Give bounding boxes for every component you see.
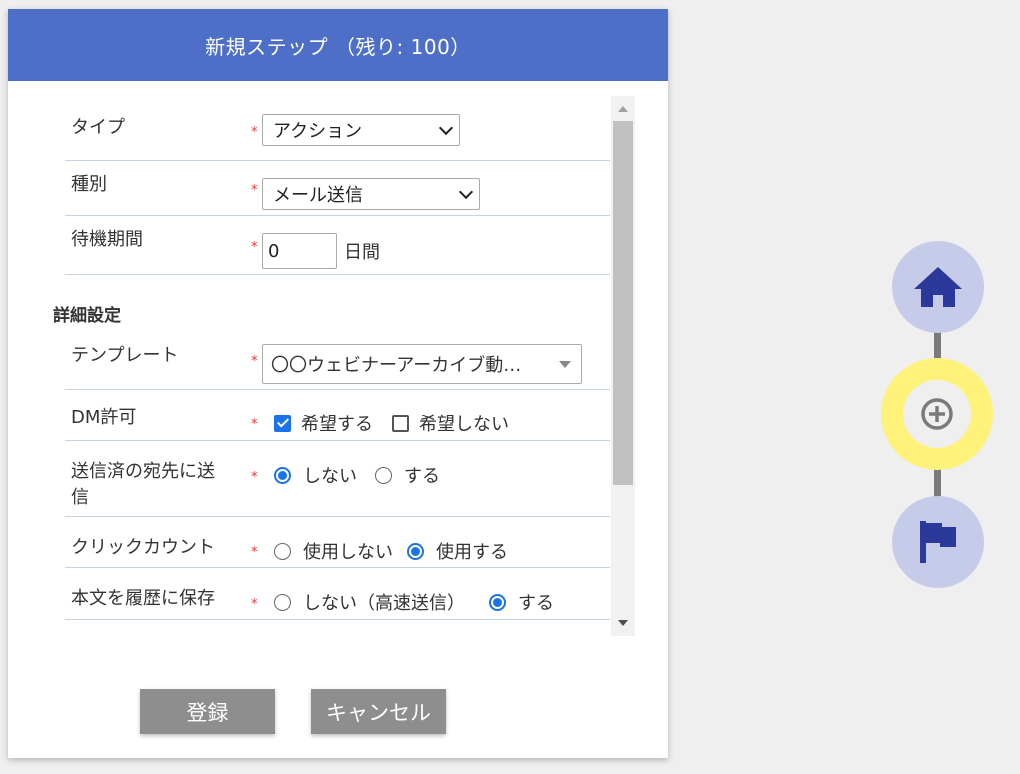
scroll-up-arrow-icon[interactable] [618, 106, 628, 112]
resend-option-yes[interactable]: する [375, 462, 440, 488]
kind-select-value: メール送信 [273, 185, 363, 206]
flow-goal-node[interactable] [892, 496, 984, 588]
wait-unit: 日間 [344, 242, 380, 263]
save-body-label: 本文を履歴に保存 [71, 588, 215, 609]
type-label: タイプ [71, 117, 125, 138]
required-mark: * [251, 183, 258, 198]
radio-selected[interactable] [274, 466, 291, 484]
form-row-save-body: 本文を履歴に保存 * しない（高速送信） する [65, 568, 610, 620]
flow-start-node[interactable] [892, 241, 984, 333]
save-body-option-no-label: しない（高速送信） [303, 593, 465, 614]
plus-circle-icon [921, 398, 953, 430]
form-row-resend: 送信済の宛先に送 信 * しない する [65, 441, 610, 517]
resend-option-no[interactable]: しない [274, 462, 357, 488]
required-mark: * [251, 354, 258, 369]
resend-option-no-label: しない [303, 466, 357, 487]
resend-label-line1: 送信済の宛先に送 [71, 461, 215, 482]
radio-unselected[interactable] [375, 466, 392, 484]
caret-down-icon [559, 360, 571, 368]
type-select-value: アクション [273, 121, 363, 142]
required-mark: * [251, 597, 258, 612]
form-scroll-area[interactable]: タイプ * アクション 種別 * メール送信 待機期間 * 0 日間 詳細設定 … [8, 81, 668, 641]
template-select[interactable]: 〇〇ウェビナーアーカイブ動… [262, 344, 582, 384]
form-row-template: テンプレート * 〇〇ウェビナーアーカイブ動… [65, 326, 610, 390]
radio-unselected[interactable] [274, 593, 291, 611]
click-count-option-off[interactable]: 使用しない [274, 538, 393, 564]
dm-option-no-label: 希望しない [419, 414, 509, 435]
checkbox-unchecked[interactable] [392, 414, 409, 432]
new-step-dialog: 新規ステップ （残り: 100） タイプ * アクション 種別 * メール送信 [8, 9, 668, 758]
save-body-option-no[interactable]: しない（高速送信） [274, 589, 465, 615]
dm-option-yes[interactable]: 希望する [274, 410, 373, 436]
section-title-advanced: 詳細設定 [53, 306, 121, 326]
click-count-label: クリックカウント [71, 537, 215, 558]
resend-label-line2: 信 [71, 487, 89, 508]
click-count-option-on[interactable]: 使用する [407, 538, 508, 564]
radio-selected[interactable] [407, 542, 424, 560]
form-row-type: タイプ * アクション [65, 111, 610, 161]
flow-add-step-inner [903, 380, 971, 448]
flag-icon [920, 521, 956, 563]
click-count-option-on-label: 使用する [436, 542, 508, 563]
form-row-kind: 種別 * メール送信 [65, 161, 610, 216]
flow-connector-line [934, 466, 941, 500]
required-mark: * [251, 470, 258, 485]
dm-option-yes-label: 希望する [301, 414, 373, 435]
form-row-wait: 待機期間 * 0 日間 [65, 216, 610, 275]
chevron-down-icon [438, 120, 454, 135]
save-body-option-yes-label: する [518, 593, 554, 614]
kind-select[interactable]: メール送信 [262, 178, 480, 210]
template-label: テンプレート [71, 345, 179, 366]
template-select-value: 〇〇ウェビナーアーカイブ動… [271, 355, 522, 376]
radio-unselected[interactable] [274, 542, 291, 560]
kind-label: 種別 [71, 174, 107, 195]
scrollbar-thumb[interactable] [613, 121, 633, 485]
submit-button[interactable]: 登録 [140, 689, 275, 734]
required-mark: * [251, 125, 258, 140]
scroll-down-arrow-icon[interactable] [618, 620, 628, 626]
chevron-down-icon [458, 184, 474, 199]
dm-label: DM許可 [71, 407, 137, 428]
home-icon [914, 267, 962, 307]
wait-label: 待機期間 [71, 229, 143, 250]
form-row-click-count: クリックカウント * 使用しない 使用する [65, 517, 610, 568]
wait-days-input[interactable]: 0 [262, 233, 337, 269]
save-body-option-yes[interactable]: する [489, 589, 554, 615]
checkbox-checked[interactable] [274, 414, 291, 432]
dialog-title: 新規ステップ （残り: 100） [8, 9, 668, 81]
required-mark: * [251, 417, 258, 432]
vertical-scrollbar[interactable] [611, 96, 635, 636]
required-mark: * [251, 240, 258, 255]
cancel-button[interactable]: キャンセル [311, 689, 446, 734]
dm-option-no[interactable]: 希望しない [392, 410, 509, 436]
required-mark: * [251, 545, 258, 560]
resend-option-yes-label: する [404, 466, 440, 487]
flow-add-step-node[interactable] [881, 358, 993, 470]
form-row-dm: DM許可 * 希望する 希望しない [65, 390, 610, 441]
click-count-option-off-label: 使用しない [303, 542, 393, 563]
type-select[interactable]: アクション [262, 114, 460, 146]
radio-selected[interactable] [489, 593, 506, 611]
